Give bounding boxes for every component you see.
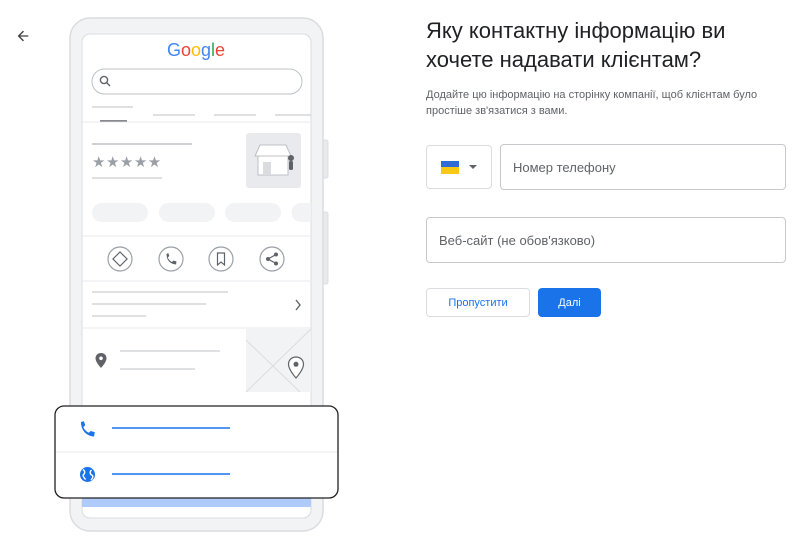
page-heading: Яку контактну інформацію ви хочете надав… <box>426 18 726 72</box>
page-description: Додайте цю інформацію на сторінку компан… <box>426 89 758 117</box>
country-code-select[interactable] <box>426 145 492 189</box>
bookmark-icon <box>208 246 234 272</box>
map-thumbnail <box>245 328 312 393</box>
rating-stars: ★★★★★ <box>92 153 162 171</box>
share-icon <box>259 246 285 272</box>
google-logo: Google <box>167 40 225 60</box>
storefront-icon <box>254 144 294 176</box>
globe-icon <box>80 467 95 482</box>
website-input[interactable] <box>426 217 786 263</box>
directions-icon <box>107 246 133 272</box>
contact-card <box>54 405 339 499</box>
phone-number-input[interactable] <box>500 144 786 190</box>
caret-down-icon <box>469 165 477 169</box>
next-button[interactable]: Далі <box>538 288 601 317</box>
phone-illustration: Google ★★★★★ <box>54 17 339 532</box>
ukraine-flag-icon <box>441 160 459 174</box>
call-icon <box>158 246 184 272</box>
skip-button[interactable]: Пропустити <box>426 288 530 317</box>
